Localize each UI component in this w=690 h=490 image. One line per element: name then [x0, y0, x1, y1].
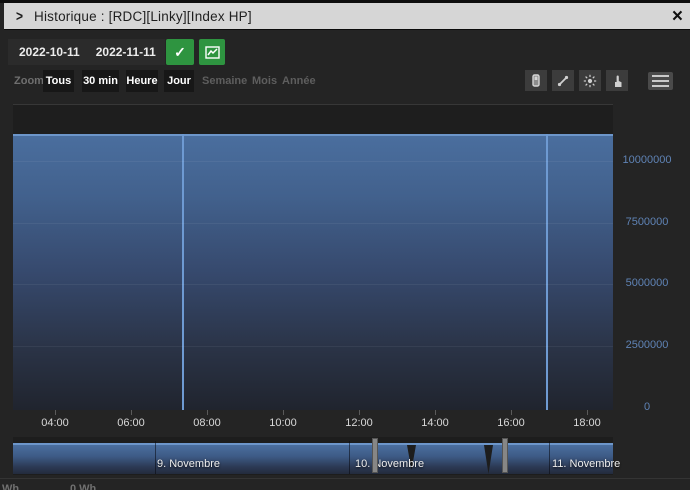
dialog-title: Historique : [RDC][Linky][Index HP]	[34, 9, 252, 24]
x-axis-label: 16:00	[489, 417, 533, 429]
dialog-header: > Historique : [RDC][Linky][Index HP] ×	[4, 3, 690, 30]
x-axis-tick	[207, 410, 208, 415]
x-axis-tick	[511, 410, 512, 415]
x-axis-tick	[131, 410, 132, 415]
navigator-series	[13, 443, 613, 474]
x-axis-label: 06:00	[109, 417, 153, 429]
chevron-right-icon: >	[16, 8, 23, 25]
x-axis-label: 18:00	[565, 417, 609, 429]
gridline	[13, 346, 613, 347]
scale-toggle-button[interactable]	[552, 70, 574, 91]
pan-mode-button[interactable]	[606, 70, 628, 91]
navigator-left-handle[interactable]	[372, 438, 378, 473]
close-icon[interactable]: ×	[672, 4, 683, 29]
brightness-button[interactable]	[579, 70, 601, 91]
battery-icon	[530, 73, 542, 88]
zoom-label: Zoom	[14, 70, 44, 92]
end-date-field[interactable]: 2022-11-11	[96, 45, 156, 59]
series-dip-line	[546, 134, 548, 410]
x-axis-tick	[283, 410, 284, 415]
chart-navigator[interactable]: 9. Novembre 10. Novembre 11. Novembre	[13, 437, 613, 475]
x-axis-label: 04:00	[33, 417, 77, 429]
sun-icon	[583, 74, 597, 88]
gridline	[13, 284, 613, 285]
clipped-bottom-text: 0 Wh	[70, 483, 96, 490]
navigator-right-handle[interactable]	[502, 438, 508, 473]
gridline	[13, 161, 613, 162]
clipped-bottom-text: Wh	[2, 483, 19, 490]
navigator-day-label: 11. Novembre	[552, 458, 620, 470]
apply-dates-button[interactable]: ✓	[166, 39, 194, 65]
navigator-day-label: 9. Novembre	[157, 458, 220, 470]
zoom-button-jour[interactable]: Jour	[164, 70, 194, 92]
gridline	[13, 223, 613, 224]
history-dialog: > Historique : [RDC][Linky][Index HP] × …	[0, 0, 690, 490]
x-axis-label: 08:00	[185, 417, 229, 429]
chart-menu-button[interactable]	[648, 72, 673, 90]
zoom-button-mois-disabled: Mois	[252, 70, 277, 92]
resize-diagonal-icon	[556, 74, 570, 88]
navigator-day-separator	[349, 441, 350, 474]
x-axis-tick	[55, 410, 56, 415]
zoom-button-30min[interactable]: 30 min	[82, 70, 119, 92]
y-axis-label: 5000000	[617, 277, 677, 289]
zoom-button-tous[interactable]: Tous	[43, 70, 74, 92]
x-axis-tick	[359, 410, 360, 415]
navigator-day-label: 10. Novembre	[355, 458, 424, 470]
x-axis-tick	[587, 410, 588, 415]
zoom-button-annee-disabled: Année	[282, 70, 316, 92]
start-date-field[interactable]: 2022-10-11	[19, 45, 80, 59]
series-dip-line	[182, 134, 184, 410]
chart-line-icon	[205, 46, 220, 59]
y-axis-label: 7500000	[617, 216, 677, 228]
y-axis-label: 2500000	[617, 339, 677, 351]
hand-pointer-icon	[611, 74, 624, 88]
y-axis-label: 0	[617, 401, 677, 413]
zoom-button-heure[interactable]: Heure	[126, 70, 158, 92]
zoom-button-semaine-disabled: Semaine	[202, 70, 247, 92]
check-icon: ✓	[174, 44, 186, 61]
x-axis-tick	[435, 410, 436, 415]
y-axis-label: 10000000	[617, 154, 677, 166]
area-series	[13, 134, 613, 410]
battery-display-button[interactable]	[525, 70, 547, 91]
navigator-day-separator	[549, 441, 550, 474]
bottom-divider	[0, 478, 690, 479]
menu-icon	[652, 75, 669, 77]
show-graph-button[interactable]	[199, 39, 225, 65]
x-axis-label: 10:00	[261, 417, 305, 429]
x-axis-label: 14:00	[413, 417, 457, 429]
date-range-strip: 2022-10-11 2022-11-11	[8, 39, 165, 65]
chart-plot-area[interactable]	[13, 104, 613, 410]
x-axis-label: 12:00	[337, 417, 381, 429]
navigator-day-separator	[155, 441, 156, 474]
